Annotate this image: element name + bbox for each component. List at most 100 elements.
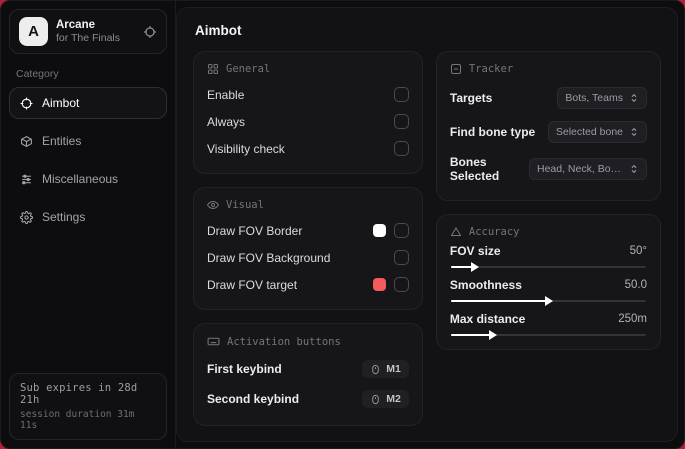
fov-border-checkbox[interactable]	[393, 223, 409, 238]
setting-row-enable: Enable	[207, 81, 409, 108]
setting-label: Draw FOV Background	[207, 250, 331, 265]
max-distance-slider[interactable]	[450, 330, 646, 340]
subscription-expiry: Sub expires in 28d 21h	[20, 382, 138, 406]
setting-label: Bones Selected	[449, 155, 500, 183]
cube-icon	[20, 135, 33, 148]
square-minus-icon	[450, 63, 462, 75]
card-title: Activation buttons	[227, 335, 341, 348]
visibility-check-checkbox[interactable]	[393, 141, 409, 156]
keybind-value: M2	[386, 393, 401, 405]
activation-card-header: Activation buttons	[207, 335, 409, 348]
fov-background-checkbox[interactable]	[393, 250, 409, 265]
mouse-icon	[370, 394, 381, 405]
general-card: General Enable Always Visibility check	[193, 51, 423, 174]
second-keybind-button[interactable]: M2	[362, 390, 409, 408]
setting-row-targets: Targets Bots, Teams	[450, 81, 647, 115]
setting-row-fov-target: Draw FOV target	[207, 271, 409, 298]
visual-card-header: Visual	[207, 199, 409, 211]
dropdown-value: Bots, Teams	[565, 92, 623, 104]
card-columns: General Enable Always Visibility check V…	[193, 51, 661, 426]
gear-icon	[20, 210, 33, 224]
setting-label: First keybind	[207, 362, 282, 376]
setting-label: Targets	[449, 91, 493, 105]
profile-text: Arcane for The Finals	[56, 19, 135, 44]
session-duration: session duration 31m 11s	[20, 409, 135, 431]
app-name: Arcane	[56, 19, 95, 31]
subscription-card: Sub expires in 28d 21h session duration …	[9, 373, 167, 440]
tracker-card: Tracker Targets Bots, Teams Find bone ty…	[435, 51, 661, 201]
bone-type-dropdown[interactable]: Selected bone	[547, 121, 647, 143]
app-logo: A	[19, 17, 48, 46]
crosshair-icon	[20, 97, 33, 110]
fov-border-color-swatch[interactable]	[372, 224, 386, 237]
first-keybind-button[interactable]: M1	[362, 360, 409, 378]
slider-label: FOV size	[449, 244, 501, 258]
slider-fill	[450, 300, 549, 302]
setting-label: Second keybind	[207, 392, 300, 406]
fov-size-slider-group: FOV size 50°	[450, 244, 647, 272]
slider-thumb[interactable]	[471, 262, 480, 272]
card-title: Visual	[226, 199, 264, 211]
setting-label: Always	[207, 114, 246, 129]
dropdown-value: Head, Neck, Body, Pe..	[537, 163, 623, 175]
keyboard-icon	[207, 335, 220, 348]
app-window: A Arcane for The Finals Category Aimbot …	[0, 0, 685, 449]
dropdown-value: Selected bone	[555, 126, 623, 138]
visual-card: Visual Draw FOV Border Draw FOV Backgrou…	[193, 187, 423, 310]
slider-thumb[interactable]	[545, 296, 554, 306]
setting-row-second-keybind: Second keybind M2	[207, 384, 409, 414]
setting-row-bones-selected: Bones Selected Head, Neck, Body, Pe..	[450, 149, 647, 189]
sidebar-item-settings[interactable]: Settings	[9, 201, 167, 233]
setting-row-visibility-check: Visibility check	[207, 135, 409, 162]
targets-dropdown[interactable]: Bots, Teams	[557, 87, 647, 109]
category-label: Category	[16, 68, 59, 80]
app-subtitle: for The Finals	[56, 32, 120, 44]
setting-label: Enable	[207, 87, 245, 102]
accuracy-card: Accuracy FOV size 50° Smoothness 50.0 Ma…	[435, 214, 661, 350]
row-controls	[372, 277, 409, 292]
slider-label: Max distance	[449, 312, 526, 326]
crosshair-target-icon[interactable]	[143, 25, 157, 39]
bones-selected-dropdown[interactable]: Head, Neck, Body, Pe..	[529, 158, 647, 180]
slider-head: Max distance 250m	[450, 312, 647, 326]
slider-thumb[interactable]	[488, 330, 497, 340]
sidebar-item-miscellaneous[interactable]: Miscellaneous	[9, 163, 167, 195]
slider-label: Smoothness	[449, 278, 522, 292]
setting-row-fov-background: Draw FOV Background	[207, 244, 409, 271]
sidebar-item-entities[interactable]: Entities	[9, 125, 167, 157]
setting-label: Visibility check	[207, 141, 285, 156]
slider-value: 50.0	[624, 279, 647, 291]
row-controls	[393, 250, 409, 265]
sidebar-item-label: Miscellaneous	[42, 172, 119, 186]
sidebar: A Arcane for The Finals Category Aimbot …	[1, 1, 176, 448]
profile-card[interactable]: A Arcane for The Finals	[9, 9, 167, 54]
fov-target-checkbox[interactable]	[393, 277, 409, 292]
card-title: Accuracy	[468, 226, 520, 238]
general-card-header: General	[207, 63, 409, 75]
card-title: Tracker	[468, 63, 514, 75]
chevrons-up-down-icon	[629, 93, 639, 103]
smoothness-slider[interactable]	[450, 296, 646, 306]
tracker-card-header: Tracker	[450, 63, 647, 75]
fov-size-slider[interactable]	[450, 262, 646, 272]
sidebar-item-label: Entities	[42, 134, 82, 148]
triangle-icon	[450, 226, 462, 238]
slider-head: Smoothness 50.0	[450, 278, 647, 292]
chevrons-up-down-icon	[629, 127, 639, 137]
sliders-icon	[20, 173, 33, 186]
enable-checkbox[interactable]	[393, 87, 409, 102]
always-checkbox[interactable]	[393, 114, 409, 129]
left-column: General Enable Always Visibility check V…	[193, 51, 423, 426]
mouse-icon	[370, 364, 381, 375]
slider-value: 250m	[618, 313, 647, 325]
smoothness-slider-group: Smoothness 50.0	[450, 278, 647, 306]
setting-row-find-bone-type: Find bone type Selected bone	[450, 115, 647, 149]
sidebar-item-aimbot[interactable]: Aimbot	[9, 87, 167, 119]
slider-head: FOV size 50°	[450, 244, 647, 258]
setting-label: Find bone type	[449, 125, 536, 139]
keybind-value: M1	[386, 363, 401, 375]
fov-target-color-swatch[interactable]	[372, 278, 386, 291]
accuracy-card-header: Accuracy	[450, 226, 647, 238]
row-controls	[372, 223, 409, 238]
